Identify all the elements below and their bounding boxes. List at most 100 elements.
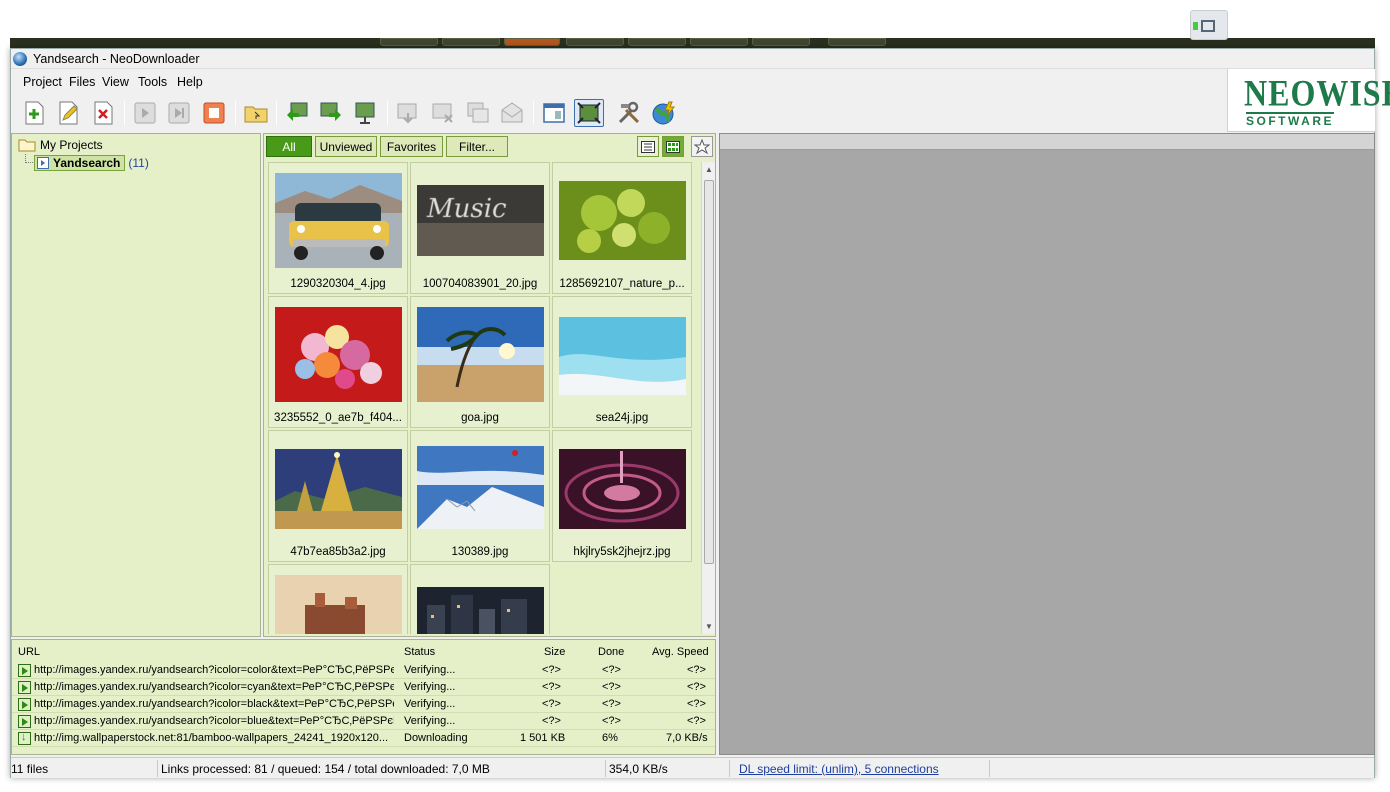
thumbnail-view-icon[interactable] <box>662 136 684 157</box>
download-speed: <?> <box>687 698 706 710</box>
download-size: <?> <box>542 664 561 676</box>
col-status[interactable]: Status <box>404 646 435 658</box>
status-links: Links processed: 81 / queued: 154 / tota… <box>161 762 490 776</box>
col-url[interactable]: URL <box>18 646 40 658</box>
import-icon[interactable] <box>282 99 312 127</box>
export-icon[interactable] <box>316 99 346 127</box>
open-folder-icon[interactable] <box>241 99 271 127</box>
downloading-arrow-icon <box>18 731 31 745</box>
thumbnail-caption: 100704083901_20.jpg <box>422 278 538 290</box>
col-done[interactable]: Done <box>598 646 624 658</box>
thumbnail-item[interactable] <box>410 564 550 634</box>
download-url: http://images.yandex.ru/yandsearch?icolo… <box>34 698 394 710</box>
col-speed[interactable]: Avg. Speed <box>652 646 709 658</box>
status-bar: 11 files Links processed: 81 / queued: 1… <box>11 757 1374 778</box>
download-url: http://images.yandex.ru/yandsearch?icolo… <box>34 664 394 676</box>
download-size: <?> <box>542 715 561 727</box>
menu-tools[interactable]: Tools <box>138 75 167 89</box>
menu-help[interactable]: Help <box>177 75 203 89</box>
settings-icon[interactable] <box>614 99 644 127</box>
toolbar <box>11 95 1227 131</box>
thumbnail-item[interactable]: 3235552_0_ae7b_f404... <box>268 296 408 428</box>
thumbnail-item[interactable] <box>268 564 408 634</box>
scroll-down-icon[interactable]: ▼ <box>705 622 713 631</box>
thumbnail-item[interactable]: 1290320304_4.jpg <box>268 162 408 294</box>
filter-custom-button[interactable]: Filter... <box>446 136 508 157</box>
app-icon <box>13 52 27 66</box>
download-row[interactable]: http://images.yandex.ru/yandsearch?icolo… <box>12 662 715 679</box>
thumbnail-image-music: Music <box>417 173 544 268</box>
thumbnail-grid: 1290320304_4.jpg Music 100704083901_20.j… <box>268 162 700 634</box>
download-speed: <?> <box>687 664 706 676</box>
tree-item-yandsearch[interactable]: Yandsearch (11) <box>34 155 149 171</box>
start-icon[interactable] <box>130 99 160 127</box>
window-title: Yandsearch - NeoDownloader <box>33 52 200 66</box>
menu-files[interactable]: Files <box>69 75 95 89</box>
download-size: <?> <box>542 681 561 693</box>
download-row[interactable]: http://images.yandex.ru/yandsearch?icolo… <box>12 696 715 713</box>
download-file-icon[interactable] <box>393 99 423 127</box>
download-row[interactable]: http://images.yandex.ru/yandsearch?icolo… <box>12 679 715 696</box>
queued-play-icon <box>18 698 31 711</box>
delete-project-icon[interactable] <box>88 99 118 127</box>
thumbnail-caption: 1290320304_4.jpg <box>290 278 386 290</box>
tree-item-selected[interactable]: Yandsearch <box>34 155 126 171</box>
download-speed: <?> <box>687 681 706 693</box>
menu-view[interactable]: View <box>102 75 129 89</box>
tree-root[interactable]: My Projects <box>18 138 103 152</box>
download-done: <?> <box>602 664 621 676</box>
thumbnail-caption: goa.jpg <box>461 412 499 424</box>
project-tree-pane: My Projects Yandsearch (11) <box>11 133 261 637</box>
thumbnail-image-car <box>275 173 402 268</box>
slideshow-icon[interactable] <box>350 99 380 127</box>
thumbnail-item[interactable]: 1285692107_nature_p... <box>552 162 692 294</box>
thumbnail-item[interactable]: Music 100704083901_20.jpg <box>410 162 550 294</box>
list-view-icon[interactable] <box>637 136 659 157</box>
download-row[interactable]: http://images.yandex.ru/yandsearch?icolo… <box>12 713 715 730</box>
download-url: http://images.yandex.ru/yandsearch?icolo… <box>34 715 394 727</box>
filter-all-button[interactable]: All <box>266 136 312 157</box>
thumbnail-item[interactable]: goa.jpg <box>410 296 550 428</box>
thumbnail-scrollbar[interactable]: ▲ ▼ <box>701 162 715 634</box>
filter-unviewed-button[interactable]: Unviewed <box>315 136 377 157</box>
download-done: <?> <box>602 715 621 727</box>
download-speed: <?> <box>687 715 706 727</box>
thumbnail-image-beach <box>417 307 544 402</box>
download-url: http://img.wallpaperstock.net:81/bamboo-… <box>34 732 389 744</box>
preview-window-icon[interactable] <box>539 99 569 127</box>
web-update-icon[interactable] <box>649 99 679 127</box>
thumbnail-caption: 47b7ea85b3a2.jpg <box>290 546 386 558</box>
status-file-count: 11 files <box>11 762 49 776</box>
thumbnail-image-ski <box>417 441 544 536</box>
filter-favorites-button[interactable]: Favorites <box>380 136 443 157</box>
copy-file-icon[interactable] <box>463 99 493 127</box>
fit-image-icon[interactable] <box>574 99 604 127</box>
download-queue: URL Status Size Done Avg. Speed http://i… <box>11 639 716 755</box>
menu-bar: Project Files View Tools Help <box>11 71 1227 93</box>
edit-project-icon[interactable] <box>53 99 83 127</box>
delete-file-icon[interactable] <box>428 99 458 127</box>
pinned-window-icon[interactable] <box>1190 10 1228 40</box>
col-size[interactable]: Size <box>544 646 565 658</box>
scrollbar-thumb[interactable] <box>704 180 714 564</box>
thumbnail-item[interactable]: 47b7ea85b3a2.jpg <box>268 430 408 562</box>
menu-project[interactable]: Project <box>23 75 62 89</box>
scroll-up-icon[interactable]: ▲ <box>705 165 713 174</box>
thumbnail-caption: sea24j.jpg <box>595 412 649 424</box>
email-file-icon[interactable] <box>497 99 527 127</box>
download-size: 1 501 KB <box>520 732 566 744</box>
download-speed: 7,0 KB/s <box>666 732 708 744</box>
title-bar: Yandsearch - NeoDownloader <box>11 49 1374 69</box>
filter-bar: All Unviewed Favorites Filter... <box>264 134 715 160</box>
thumbnail-item[interactable]: sea24j.jpg <box>552 296 692 428</box>
star-favorite-icon[interactable] <box>691 136 713 157</box>
thumbnail-image-city <box>417 575 544 634</box>
thumbnail-item[interactable]: hkjlry5sk2jhejrz.jpg <box>552 430 692 562</box>
add-project-icon[interactable] <box>19 99 49 127</box>
stop-icon[interactable] <box>199 99 229 127</box>
resume-icon[interactable] <box>164 99 194 127</box>
speed-limit-link[interactable]: DL speed limit: (unlim), 5 connections <box>739 762 939 776</box>
thumbnail-caption: hkjlry5sk2jhejrz.jpg <box>573 546 671 558</box>
thumbnail-item[interactable]: 130389.jpg <box>410 430 550 562</box>
download-row[interactable]: http://img.wallpaperstock.net:81/bamboo-… <box>12 730 715 747</box>
